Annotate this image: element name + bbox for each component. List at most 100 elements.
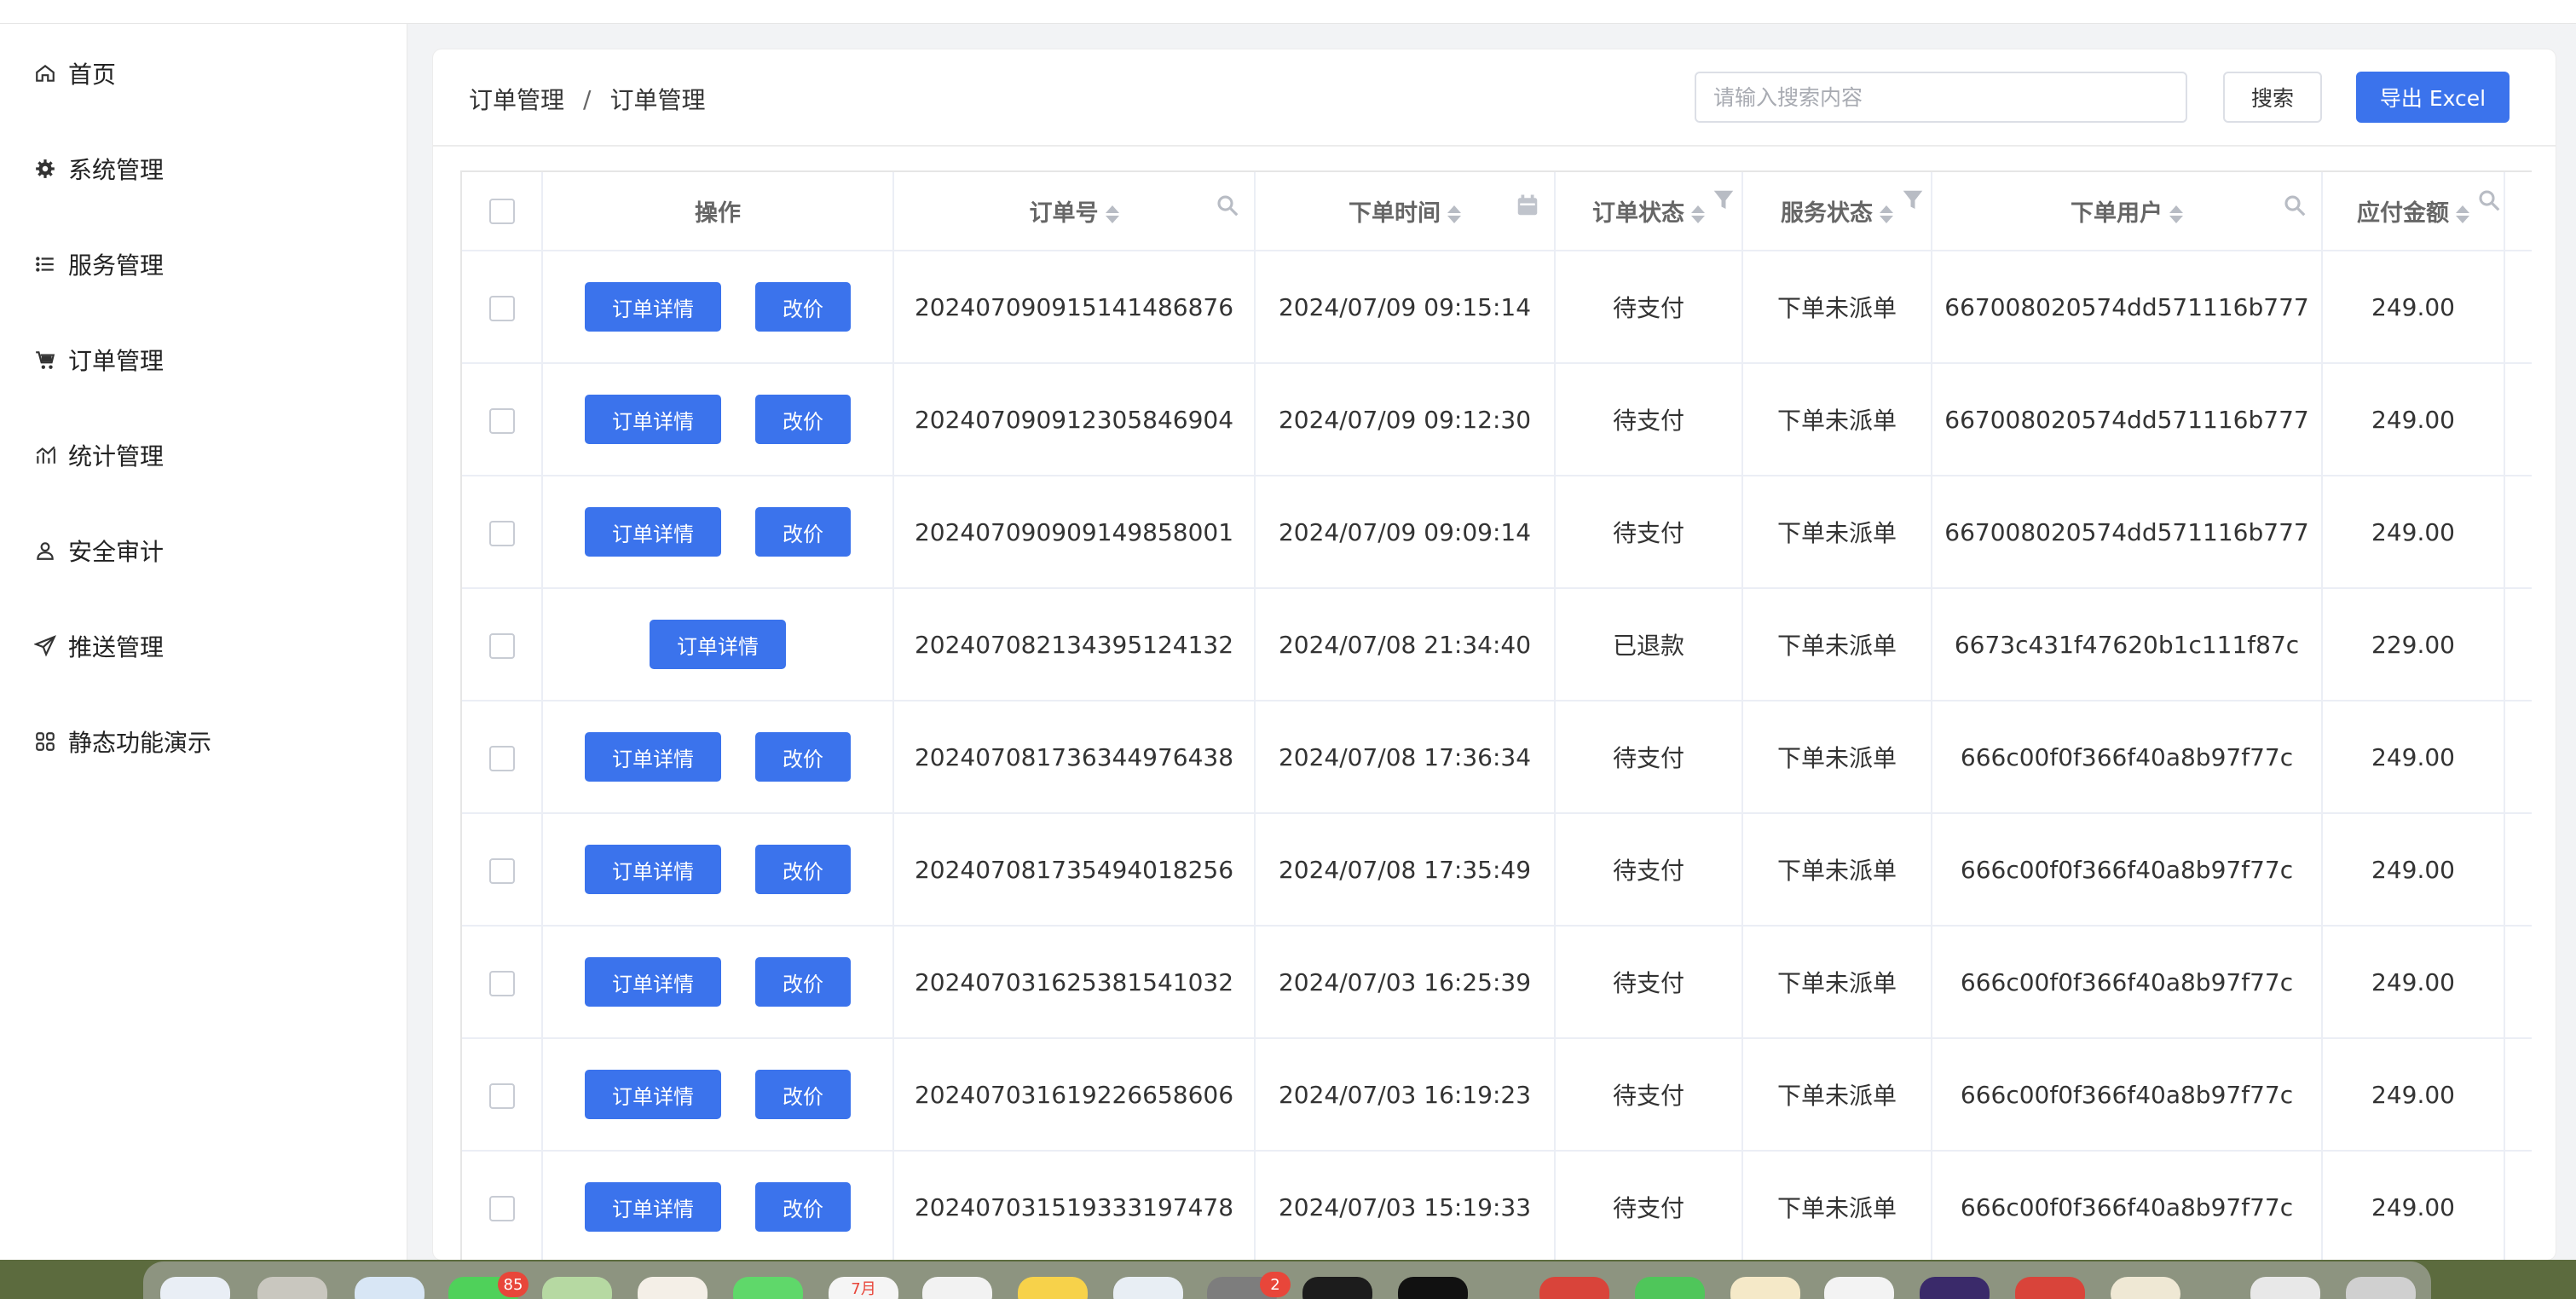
cart-icon: [32, 347, 58, 372]
col-order-status[interactable]: 订单状态: [1555, 172, 1743, 251]
service-status-cell: 下单未派单: [1742, 701, 1932, 814]
order-detail-button[interactable]: 订单详情: [585, 282, 721, 332]
row-checkbox[interactable]: [488, 632, 515, 659]
order-status-cell: 待支付: [1555, 1038, 1743, 1152]
row-checkbox[interactable]: [488, 745, 515, 771]
app-round-icon[interactable]: [2111, 1277, 2180, 1299]
user-cell: 666c00f0f366f40a8b97f77c: [1932, 1151, 2323, 1260]
order-detail-button[interactable]: 订单详情: [650, 620, 786, 669]
sort-icon[interactable]: [2169, 205, 2183, 223]
order-time-cell: 2024/07/08 21:34:40: [1255, 588, 1556, 701]
order-time-cell: 2024/07/03 16:19:23: [1255, 1038, 1556, 1152]
order-detail-button[interactable]: 订单详情: [585, 507, 721, 557]
trash-icon[interactable]: [2346, 1277, 2416, 1299]
search-icon[interactable]: [2476, 188, 2502, 213]
notes-icon[interactable]: [1018, 1277, 1088, 1299]
order-detail-button[interactable]: 订单详情: [585, 845, 721, 894]
row-select-cell: [462, 926, 543, 1039]
photos-icon[interactable]: [638, 1277, 708, 1299]
ide-icon[interactable]: [1920, 1277, 1990, 1299]
contacts-icon[interactable]: [922, 1277, 992, 1299]
reprice-button[interactable]: 改价: [755, 507, 851, 557]
calendar-icon[interactable]: [1515, 193, 1540, 218]
terminal-icon[interactable]: [1398, 1277, 1468, 1299]
sort-icon[interactable]: [2456, 205, 2469, 223]
export-excel-button[interactable]: 导出 Excel: [2356, 72, 2510, 123]
overflow-cell: [2504, 1038, 2532, 1152]
col-order-time[interactable]: 下单时间: [1255, 172, 1556, 251]
order-detail-button[interactable]: 订单详情: [585, 1070, 721, 1119]
search-icon[interactable]: [2282, 193, 2307, 218]
sidebar-item-service[interactable]: 服务管理: [32, 239, 373, 290]
wechat-icon[interactable]: [1635, 1277, 1705, 1299]
reprice-button[interactable]: 改价: [755, 957, 851, 1007]
reprice-button[interactable]: 改价: [755, 845, 851, 894]
app-red-icon[interactable]: [1539, 1277, 1609, 1299]
orders-table: 操作 订单号 下单时间 订单状态 服务状态 下单用户 应付金额 订单详情 改价 …: [460, 170, 2532, 1260]
order-detail-button[interactable]: 订单详情: [585, 1182, 721, 1232]
calendar-icon[interactable]: 7月: [829, 1277, 898, 1299]
reprice-button[interactable]: 改价: [755, 1182, 851, 1232]
finder-icon[interactable]: [160, 1277, 230, 1299]
app-red2-icon[interactable]: [2015, 1277, 2085, 1299]
app-white-icon[interactable]: [1824, 1277, 1894, 1299]
sidebar-item-audit[interactable]: 安全审计: [32, 525, 373, 576]
select-all-checkbox[interactable]: [488, 199, 515, 225]
search-icon[interactable]: [1215, 193, 1240, 218]
table-row: 订单详情 改价 202407081736344976438 2024/07/08 …: [462, 701, 2532, 814]
sidebar-item-statistics[interactable]: 统计管理: [32, 430, 373, 481]
maps-icon[interactable]: [542, 1277, 612, 1299]
sort-icon[interactable]: [1447, 205, 1461, 223]
row-checkbox[interactable]: [488, 295, 515, 321]
sidebar-item-label: 系统管理: [68, 156, 165, 184]
breadcrumb-parent[interactable]: 订单管理: [469, 82, 564, 116]
row-select-cell: [462, 1151, 543, 1260]
facetime-icon[interactable]: [733, 1277, 803, 1299]
row-actions-cell: 订单详情 改价: [542, 701, 894, 814]
reprice-button[interactable]: 改价: [755, 1070, 851, 1119]
activity-monitor-icon[interactable]: [1302, 1277, 1372, 1299]
row-actions-cell: 订单详情 改价: [542, 363, 894, 476]
sort-icon[interactable]: [1880, 205, 1893, 223]
col-order-no[interactable]: 订单号: [893, 172, 1256, 251]
filter-icon[interactable]: [1900, 188, 1926, 213]
document-icon[interactable]: [2250, 1277, 2320, 1299]
col-service-status[interactable]: 服务状态: [1742, 172, 1932, 251]
sidebar-item-system[interactable]: 系统管理: [32, 143, 373, 194]
order-no-cell: 202407031625381541032: [893, 926, 1256, 1039]
order-detail-button[interactable]: 订单详情: [585, 732, 721, 782]
sort-icon[interactable]: [1105, 205, 1119, 223]
overflow-cell: [2504, 363, 2532, 476]
order-detail-button[interactable]: 订单详情: [585, 957, 721, 1007]
service-status-cell: 下单未派单: [1742, 363, 1932, 476]
safari-icon[interactable]: [355, 1277, 425, 1299]
launchpad-icon[interactable]: [257, 1277, 327, 1299]
reprice-button[interactable]: 改价: [755, 732, 851, 782]
reprice-button[interactable]: 改价: [755, 282, 851, 332]
sidebar-item-home[interactable]: 首页: [32, 48, 373, 99]
reprice-button[interactable]: 改价: [755, 395, 851, 444]
sidebar-item-static-demo[interactable]: 静态功能演示: [32, 716, 373, 767]
col-order-no-label: 订单号: [1029, 200, 1099, 227]
search-input[interactable]: [1695, 72, 2187, 123]
search-button[interactable]: 搜索: [2223, 72, 2322, 123]
row-checkbox[interactable]: [488, 407, 515, 434]
sidebar-item-push[interactable]: 推送管理: [32, 621, 373, 672]
row-checkbox[interactable]: [488, 1195, 515, 1221]
table-row: 订单详情 改价 202407081735494018256 2024/07/08 …: [462, 813, 2532, 927]
order-time-cell: 2024/07/09 09:12:30: [1255, 363, 1556, 476]
row-checkbox[interactable]: [488, 520, 515, 546]
row-checkbox[interactable]: [488, 1082, 515, 1109]
sort-icon[interactable]: [1691, 205, 1705, 223]
row-checkbox[interactable]: [488, 970, 515, 996]
filter-icon[interactable]: [1711, 188, 1736, 213]
col-amount[interactable]: 应付金额: [2322, 172, 2505, 251]
app-yellow-icon[interactable]: [1730, 1277, 1800, 1299]
order-detail-button[interactable]: 订单详情: [585, 395, 721, 444]
app-icon[interactable]: [1113, 1277, 1183, 1299]
sidebar-item-label: 订单管理: [68, 347, 165, 375]
row-actions-cell: 订单详情: [542, 588, 894, 701]
row-checkbox[interactable]: [488, 857, 515, 884]
col-user[interactable]: 下单用户: [1932, 172, 2323, 251]
sidebar-item-orders[interactable]: 订单管理: [32, 334, 373, 385]
